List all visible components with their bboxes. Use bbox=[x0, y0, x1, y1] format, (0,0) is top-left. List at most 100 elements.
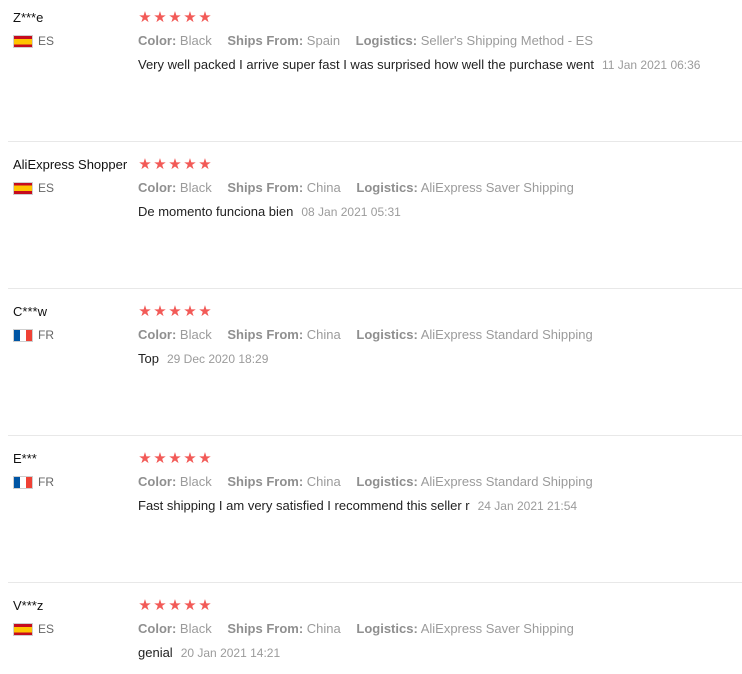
attr-logistics: Logistics: AliExpress Standard Shipping bbox=[356, 327, 592, 342]
review-date: 11 Jan 2021 06:36 bbox=[601, 58, 701, 72]
attr-color: Color: Black bbox=[138, 474, 212, 489]
attr-ships-from: Ships From: China bbox=[227, 180, 340, 195]
review-content: genial 20 Jan 2021 14:21 bbox=[138, 645, 280, 660]
attr-color-label: Color: bbox=[138, 474, 177, 489]
country-code: ES bbox=[38, 622, 55, 636]
spain-flag-icon bbox=[13, 181, 33, 195]
review-divider bbox=[8, 288, 742, 289]
order-attributes: Color: Black Ships From: Spain Logistics… bbox=[138, 33, 605, 48]
reviewer-name: Z***e bbox=[13, 10, 44, 25]
reviewer-country: ES bbox=[13, 33, 54, 49]
france-flag-icon bbox=[13, 328, 33, 342]
reviewer-name: C***w bbox=[13, 304, 47, 319]
review-text: Top bbox=[138, 351, 159, 366]
attr-logistics-value: AliExpress Standard Shipping bbox=[420, 474, 593, 489]
attr-logistics-value: Seller's Shipping Method - ES bbox=[420, 33, 593, 48]
attr-ships-value: China bbox=[306, 327, 341, 342]
star-rating: ★★★★★ bbox=[138, 304, 213, 320]
attr-logistics-value: AliExpress Saver Shipping bbox=[420, 621, 574, 636]
france-flag-icon bbox=[13, 475, 33, 489]
attr-logistics-label: Logistics: bbox=[356, 327, 418, 342]
star-icon: ★ bbox=[198, 9, 213, 26]
review-list: Z***e ES ★★★★★ Color: Black Ships From: … bbox=[0, 0, 742, 674]
reviewer-country: ES bbox=[13, 180, 54, 196]
attr-logistics-label: Logistics: bbox=[355, 33, 418, 48]
star-rating: ★★★★★ bbox=[138, 451, 213, 467]
attr-ships-value: China bbox=[306, 180, 341, 195]
review-divider bbox=[8, 435, 742, 436]
star-rating: ★★★★★ bbox=[138, 157, 213, 173]
review-content: De momento funciona bien 08 Jan 2021 05:3… bbox=[138, 204, 401, 219]
country-code: ES bbox=[38, 34, 55, 48]
country-code: FR bbox=[38, 328, 54, 342]
attr-ships-label: Ships From: bbox=[227, 33, 304, 48]
attr-logistics-value: AliExpress Standard Shipping bbox=[420, 327, 593, 342]
attr-logistics: Logistics: AliExpress Saver Shipping bbox=[356, 180, 574, 195]
order-attributes: Color: Black Ships From: China Logistics… bbox=[138, 474, 605, 489]
attr-color-label: Color: bbox=[138, 180, 177, 195]
attr-ships-label: Ships From: bbox=[227, 621, 304, 636]
attr-ships-from: Ships From: China bbox=[227, 621, 340, 636]
reviewer-country: FR bbox=[13, 474, 54, 490]
star-icon: ★ bbox=[183, 303, 198, 320]
attr-ships-from: Ships From: China bbox=[227, 474, 340, 489]
review-date: 20 Jan 2021 14:21 bbox=[180, 646, 281, 660]
review-content: Fast shipping I am very satisfied I reco… bbox=[138, 498, 577, 513]
attr-color: Color: Black bbox=[138, 327, 212, 342]
star-rating: ★★★★★ bbox=[138, 598, 213, 614]
star-icon: ★ bbox=[168, 9, 183, 26]
reviewer-name: AliExpress Shopper bbox=[13, 157, 128, 172]
review-content: Top 29 Dec 2020 18:29 bbox=[138, 351, 268, 366]
star-icon: ★ bbox=[138, 9, 153, 26]
attr-color: Color: Black bbox=[138, 621, 212, 636]
attr-ships-from: Ships From: Spain bbox=[227, 33, 340, 48]
star-icon: ★ bbox=[138, 450, 153, 467]
attr-color-label: Color: bbox=[138, 33, 177, 48]
review-text: Fast shipping I am very satisfied I reco… bbox=[138, 498, 470, 513]
attr-color: Color: Black bbox=[138, 180, 212, 195]
attr-color-label: Color: bbox=[138, 621, 177, 636]
star-rating: ★★★★★ bbox=[138, 10, 213, 26]
attr-ships-from: Ships From: China bbox=[227, 327, 340, 342]
attr-ships-label: Ships From: bbox=[227, 327, 304, 342]
attr-color: Color: Black bbox=[138, 33, 212, 48]
attr-logistics-label: Logistics: bbox=[356, 474, 418, 489]
star-icon: ★ bbox=[198, 597, 213, 614]
review-item: Z***e ES ★★★★★ Color: Black Ships From: … bbox=[0, 2, 742, 149]
review-divider bbox=[8, 582, 742, 583]
spain-flag-icon bbox=[13, 34, 33, 48]
review-date: 24 Jan 2021 21:54 bbox=[477, 499, 578, 513]
attr-color-value: Black bbox=[179, 33, 212, 48]
review-item: V***z ES ★★★★★ Color: Black Ships From: … bbox=[0, 590, 742, 674]
star-icon: ★ bbox=[198, 450, 213, 467]
review-divider bbox=[8, 141, 742, 142]
attr-logistics: Logistics: AliExpress Saver Shipping bbox=[356, 621, 574, 636]
star-icon: ★ bbox=[168, 156, 183, 173]
order-attributes: Color: Black Ships From: China Logistics… bbox=[138, 180, 586, 195]
review-text: De momento funciona bien bbox=[138, 204, 294, 219]
attr-color-value: Black bbox=[179, 474, 212, 489]
attr-ships-label: Ships From: bbox=[227, 474, 304, 489]
star-icon: ★ bbox=[168, 597, 183, 614]
attr-logistics-label: Logistics: bbox=[356, 180, 418, 195]
star-icon: ★ bbox=[198, 303, 213, 320]
order-attributes: Color: Black Ships From: China Logistics… bbox=[138, 327, 605, 342]
review-item: AliExpress Shopper ES ★★★★★ Color: Black… bbox=[0, 149, 742, 296]
review-date: 08 Jan 2021 05:31 bbox=[301, 205, 401, 219]
review-item: E*** FR ★★★★★ Color: Black Ships From: C… bbox=[0, 443, 742, 590]
reviewer-name: V***z bbox=[13, 598, 44, 613]
reviewer-name: E*** bbox=[13, 451, 37, 466]
review-text: Very well packed I arrive super fast I w… bbox=[138, 57, 594, 72]
country-code: FR bbox=[38, 475, 54, 489]
star-icon: ★ bbox=[153, 597, 168, 614]
attr-ships-value: China bbox=[306, 621, 341, 636]
star-icon: ★ bbox=[183, 156, 198, 173]
attr-color-value: Black bbox=[179, 621, 212, 636]
attr-color-value: Black bbox=[179, 180, 212, 195]
spain-flag-icon bbox=[13, 622, 33, 636]
star-icon: ★ bbox=[153, 450, 168, 467]
review-text: genial bbox=[138, 645, 173, 660]
star-icon: ★ bbox=[183, 450, 198, 467]
attr-logistics-label: Logistics: bbox=[356, 621, 418, 636]
attr-ships-value: China bbox=[306, 474, 341, 489]
